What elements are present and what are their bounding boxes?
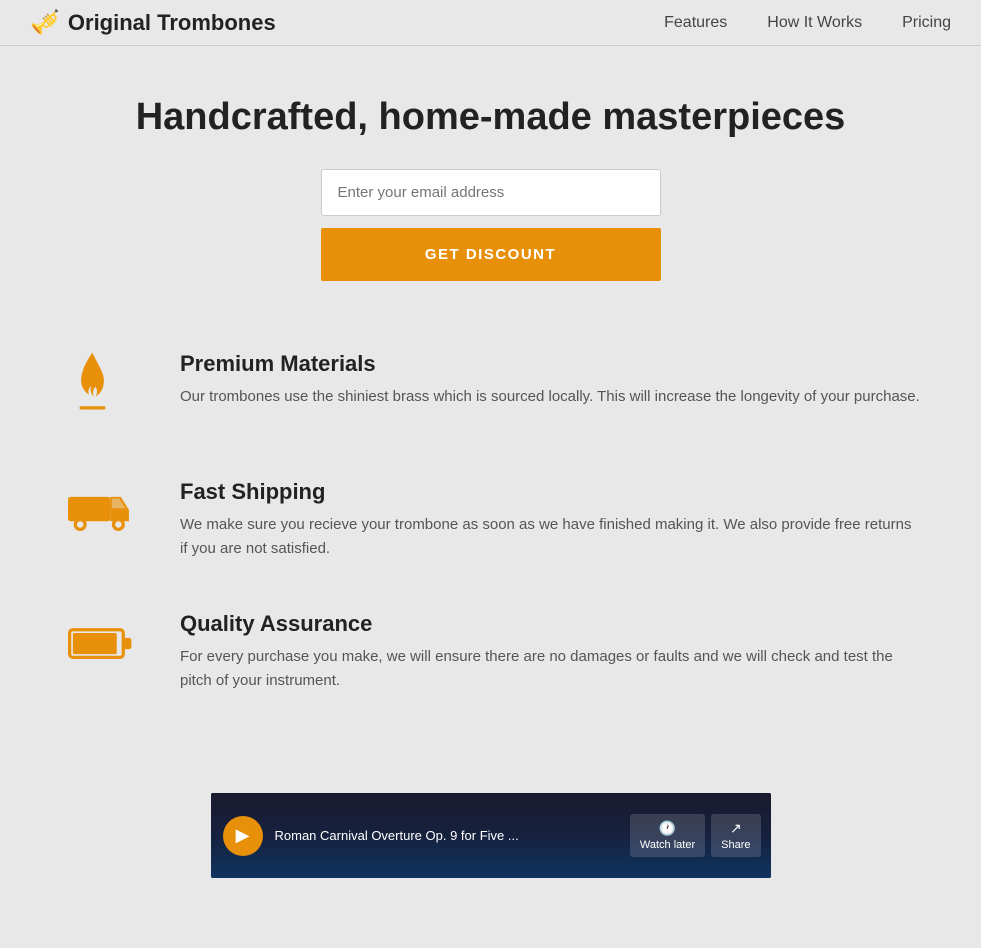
share-icon: ↗ (730, 820, 742, 837)
video-title: Roman Carnival Overture Op. 9 for Five .… (263, 828, 630, 843)
feature-quality-title: Quality Assurance (180, 611, 921, 637)
features-section: Premium Materials Our trombones use the … (0, 321, 981, 773)
feature-shipping-title: Fast Shipping (180, 479, 921, 505)
feature-premium-content: Premium Materials Our trombones use the … (180, 351, 920, 409)
nav-item-features[interactable]: Features (664, 14, 727, 32)
nav-item-how-it-works[interactable]: How It Works (767, 14, 862, 32)
video-thumbnail: ▶ Roman Carnival Overture Op. 9 for Five… (211, 793, 771, 878)
hero-section: Handcrafted, home-made masterpieces GET … (0, 46, 981, 321)
share-button[interactable]: ↗ Share (711, 814, 760, 857)
feature-premium-materials: Premium Materials Our trombones use the … (60, 351, 921, 429)
feature-shipping-desc: We make sure you recieve your trombone a… (180, 513, 921, 561)
nav-links: Features How It Works Pricing (664, 14, 951, 32)
nav-item-pricing[interactable]: Pricing (902, 14, 951, 32)
clock-icon: 🕐 (659, 820, 676, 837)
navbar: 🎺 Original Trombones Features How It Wor… (0, 0, 981, 46)
nav-link-pricing[interactable]: Pricing (902, 14, 951, 31)
get-discount-button[interactable]: GET DISCOUNT (321, 228, 661, 281)
video-controls: 🕐 Watch later ↗ Share (630, 814, 761, 857)
watch-later-button[interactable]: 🕐 Watch later (630, 814, 705, 857)
feature-quality-content: Quality Assurance For every purchase you… (180, 611, 921, 693)
flame-icon (60, 351, 140, 429)
nav-link-how-it-works[interactable]: How It Works (767, 14, 862, 31)
feature-quality-desc: For every purchase you make, we will ens… (180, 645, 921, 693)
truck-icon (60, 479, 140, 544)
logo-text: Original Trombones (68, 10, 276, 36)
feature-shipping-content: Fast Shipping We make sure you recieve y… (180, 479, 921, 561)
watch-later-label: Watch later (640, 839, 695, 851)
feature-fast-shipping: Fast Shipping We make sure you recieve y… (60, 479, 921, 561)
nav-link-features[interactable]: Features (664, 14, 727, 31)
video-logo: ▶ (223, 816, 263, 856)
share-label: Share (721, 839, 750, 851)
logo[interactable]: 🎺 Original Trombones (30, 8, 276, 37)
battery-icon (60, 611, 140, 676)
feature-premium-desc: Our trombones use the shiniest brass whi… (180, 385, 920, 409)
email-input[interactable] (321, 169, 661, 216)
feature-premium-title: Premium Materials (180, 351, 920, 377)
logo-icon: 🎺 (30, 8, 60, 37)
video-embed[interactable]: ▶ Roman Carnival Overture Op. 9 for Five… (211, 793, 771, 878)
hero-title: Handcrafted, home-made masterpieces (136, 96, 846, 139)
video-section: ▶ Roman Carnival Overture Op. 9 for Five… (0, 773, 981, 908)
feature-quality-assurance: Quality Assurance For every purchase you… (60, 611, 921, 693)
